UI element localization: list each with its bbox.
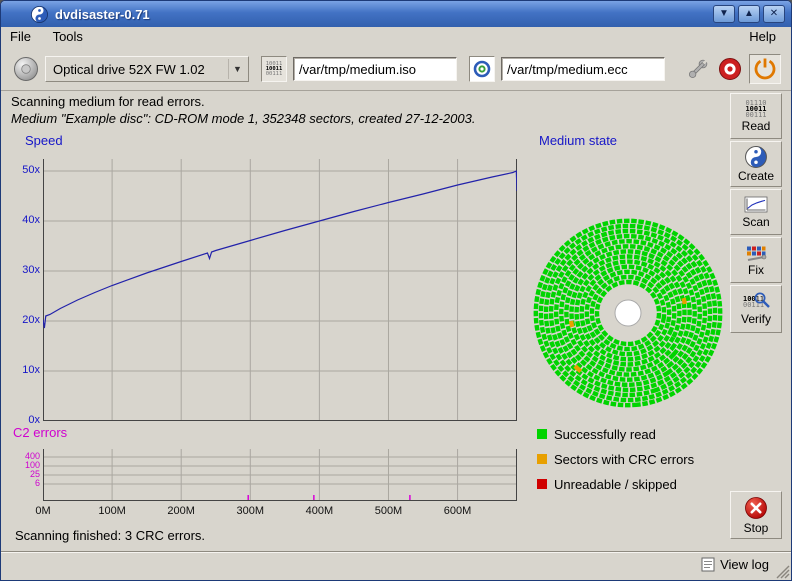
stop-button[interactable]: Stop xyxy=(730,491,782,539)
ecc-path-input[interactable] xyxy=(501,57,665,81)
xtick-label: 100M xyxy=(92,505,132,517)
resize-grip[interactable] xyxy=(775,564,790,579)
read-binary-icon: 01110 10011 00111 xyxy=(745,100,766,118)
menu-tools[interactable]: Tools xyxy=(44,27,92,46)
create-yinyang-icon xyxy=(745,146,767,168)
c2tick-label: 6 xyxy=(3,479,40,488)
statusbar: View log xyxy=(1,551,791,580)
ytick-label: 0x xyxy=(3,414,40,426)
legend-color-unreadable xyxy=(537,479,547,489)
legend-color-success xyxy=(537,429,547,439)
maximize-button[interactable]: ▲ xyxy=(738,5,760,23)
drive-select-value: Optical drive 52X FW 1.02 xyxy=(53,62,205,77)
status-line-1: Scanning medium for read errors. xyxy=(11,94,205,109)
menu-file[interactable]: File xyxy=(1,27,40,46)
scan-chart-icon xyxy=(744,196,768,214)
menubar: File Tools Help xyxy=(1,27,791,47)
legend-color-crc xyxy=(537,454,547,464)
titlebar[interactable]: dvdisaster-0.71 ▼ ▲ ✕ xyxy=(1,1,791,27)
ytick-label: 40x xyxy=(3,214,40,226)
speed-chart xyxy=(43,159,517,421)
window-title: dvdisaster-0.71 xyxy=(55,7,150,22)
create-button[interactable]: Create xyxy=(730,141,782,187)
speed-chart-title: Speed xyxy=(25,133,63,148)
ytick-label: 10x xyxy=(3,364,40,376)
toolbar: Optical drive 52X FW 1.02 ▼ 100111001100… xyxy=(1,47,791,91)
finished-status-text: Scanning finished: 3 CRC errors. xyxy=(15,528,205,543)
ytick-label: 50x xyxy=(3,164,40,176)
close-button[interactable]: ✕ xyxy=(763,5,785,23)
help-icon[interactable] xyxy=(717,56,743,82)
xtick-label: 500M xyxy=(368,505,408,517)
log-icon xyxy=(701,557,715,572)
chevron-down-icon: ▼ xyxy=(228,59,246,79)
medium-state-title: Medium state xyxy=(539,133,617,148)
ytick-label: 30x xyxy=(3,264,40,276)
fix-tools-icon xyxy=(744,244,768,262)
read-button[interactable]: 01110 10011 00111 Read xyxy=(730,93,782,139)
legend-item-unreadable: Unreadable / skipped xyxy=(537,477,677,491)
quit-button[interactable] xyxy=(749,54,781,84)
minimize-button[interactable]: ▼ xyxy=(713,5,735,23)
ecc-file-icon xyxy=(469,56,495,82)
fix-button[interactable]: Fix xyxy=(730,237,782,283)
iso-path-input[interactable] xyxy=(293,57,457,81)
xtick-label: 400M xyxy=(299,505,339,517)
iso-file-icon: 100111001100111 xyxy=(261,56,287,82)
xtick-label: 300M xyxy=(230,505,270,517)
optical-drive-icon[interactable] xyxy=(13,56,39,82)
c2-errors-chart xyxy=(43,449,517,501)
scan-button[interactable]: Scan xyxy=(730,189,782,235)
xtick-label: 0M xyxy=(23,505,63,517)
xtick-label: 200M xyxy=(161,505,201,517)
main-content: Scanning medium for read errors. Medium … xyxy=(1,91,791,553)
xtick-label: 600M xyxy=(438,505,478,517)
preferences-wrench-icon[interactable] xyxy=(685,56,711,82)
drive-select[interactable]: Optical drive 52X FW 1.02 ▼ xyxy=(45,56,249,82)
power-icon xyxy=(753,57,777,81)
menu-help[interactable]: Help xyxy=(740,27,785,46)
app-window: dvdisaster-0.71 ▼ ▲ ✕ File Tools Help Op… xyxy=(0,0,792,581)
verify-magnifier-icon: 10011 00111 xyxy=(743,293,769,311)
stop-icon xyxy=(744,496,768,520)
c2-chart-title: C2 errors xyxy=(13,425,67,440)
view-log-button[interactable]: View log xyxy=(701,557,769,572)
ytick-label: 20x xyxy=(3,314,40,326)
legend-item-success: Successfully read xyxy=(537,427,656,441)
legend-item-crc: Sectors with CRC errors xyxy=(537,452,694,466)
verify-button[interactable]: 10011 00111 Verify xyxy=(730,285,782,333)
app-logo-yinyang-icon xyxy=(31,6,48,23)
medium-state-disc xyxy=(530,215,726,411)
status-line-2: Medium "Example disc": CD-ROM mode 1, 35… xyxy=(11,111,475,126)
